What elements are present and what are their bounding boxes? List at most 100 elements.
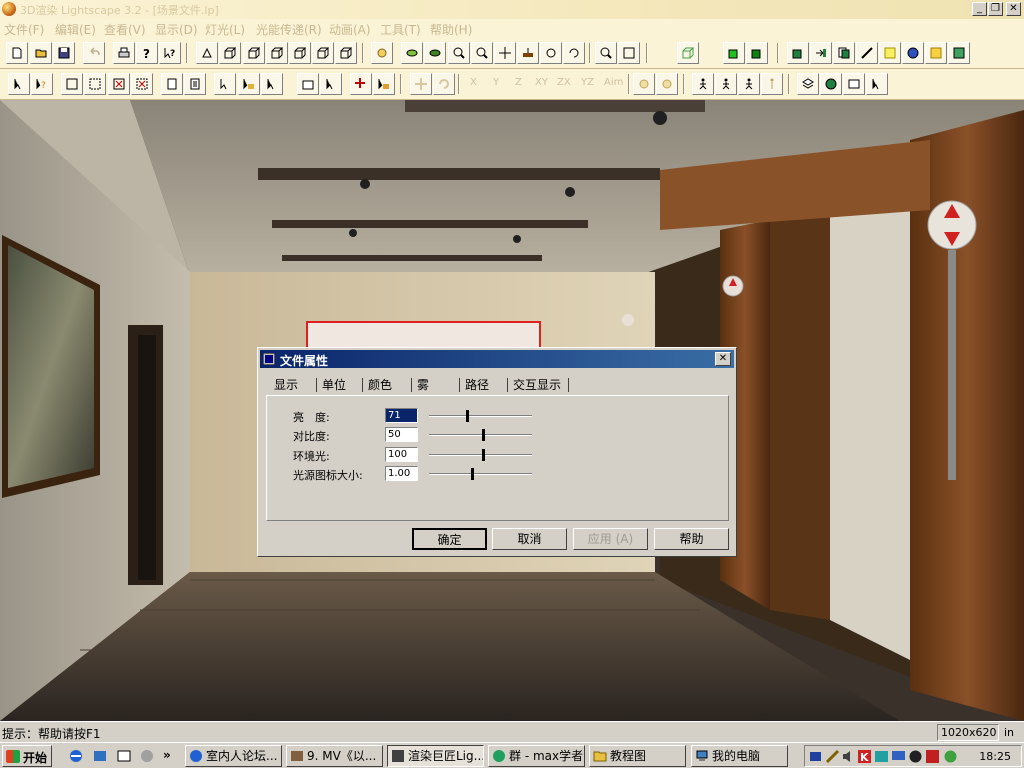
view-cube-back-icon[interactable] — [243, 42, 265, 64]
menu-help[interactable]: 帮助(H) — [430, 21, 472, 38]
contrast-slider[interactable] — [429, 429, 532, 441]
view-cube-front-icon[interactable] — [219, 42, 241, 64]
view-cube-left-icon[interactable] — [266, 42, 288, 64]
axis-aim-button[interactable]: Aim — [604, 77, 623, 88]
view-perspective-icon[interactable] — [196, 42, 218, 64]
task-button[interactable]: 渲染巨匠Lig... — [387, 745, 484, 767]
new-file-icon[interactable] — [6, 42, 28, 64]
zoom-plus-icon[interactable] — [448, 42, 470, 64]
task-button[interactable]: 室内人论坛... — [185, 745, 282, 767]
axis-yz-button[interactable]: YZ — [581, 77, 594, 88]
menu-tools[interactable]: 工具(T) — [380, 21, 421, 38]
view-cube-top-icon[interactable] — [312, 42, 334, 64]
contrast-input[interactable]: 50 — [385, 427, 418, 442]
ie-browser-icon[interactable] — [68, 748, 84, 764]
material-icon[interactable] — [879, 42, 901, 64]
print-icon[interactable] — [113, 42, 135, 64]
light-aim-icon[interactable] — [656, 73, 678, 95]
select-light-icon[interactable] — [238, 73, 260, 95]
axis-y-button[interactable]: Y — [493, 77, 499, 88]
dolly-icon[interactable] — [517, 42, 539, 64]
task-button[interactable]: 我的电脑 — [691, 745, 788, 767]
select-vertex-icon[interactable] — [320, 73, 342, 95]
menu-light[interactable]: 灯光(L) — [205, 21, 245, 38]
axis-z-button[interactable]: Z — [515, 77, 522, 88]
roll-camera-icon[interactable] — [540, 42, 562, 64]
shaded-cube-icon[interactable] — [746, 42, 768, 64]
measure-icon[interactable] — [856, 42, 878, 64]
pan-move-icon[interactable] — [494, 42, 516, 64]
camera-select-icon[interactable] — [371, 42, 393, 64]
dialog-title-bar[interactable]: 文件属性 ✕ — [260, 350, 734, 368]
network-icon[interactable] — [808, 749, 823, 764]
close-button[interactable]: ✕ — [1006, 2, 1021, 16]
outlook-icon[interactable] — [92, 748, 108, 764]
task-button[interactable]: 教程图 — [589, 745, 686, 767]
apply-button[interactable]: 应用 (A) — [573, 528, 648, 550]
move-light-icon[interactable] — [373, 73, 395, 95]
ambient-light-input[interactable]: 100 — [385, 447, 418, 462]
cancel-button[interactable]: 取消 — [492, 528, 567, 550]
solid-cube-icon[interactable] — [723, 42, 745, 64]
paste-page-icon[interactable] — [184, 73, 206, 95]
add-point-icon[interactable] — [350, 73, 372, 95]
wireframe-cube-icon[interactable] — [677, 42, 699, 64]
menu-edit[interactable]: 编辑(E) — [55, 21, 96, 38]
show-desktop-icon[interactable] — [116, 748, 132, 764]
axis-x-button[interactable]: X — [470, 77, 477, 88]
volume-icon[interactable] — [841, 749, 856, 764]
app-icon[interactable] — [2, 2, 16, 16]
download-icon[interactable] — [925, 749, 940, 764]
orbit-eye-icon[interactable] — [401, 42, 423, 64]
rotate-view-icon[interactable] — [563, 42, 585, 64]
stand-person-icon[interactable] — [761, 73, 783, 95]
select-surface-icon[interactable] — [214, 73, 236, 95]
menu-view[interactable]: 查看(V) — [104, 21, 146, 38]
quicklaunch-more[interactable]: » — [163, 748, 179, 764]
light-icon-size-input[interactable]: 1.00 — [385, 466, 418, 481]
menu-display[interactable]: 显示(D) — [155, 21, 198, 38]
zoom-window-icon[interactable] — [595, 42, 617, 64]
record-icon[interactable] — [820, 73, 842, 95]
pointer-settings-icon[interactable] — [866, 73, 888, 95]
context-help-icon[interactable]: ? — [159, 42, 181, 64]
edit-text-icon[interactable] — [297, 73, 319, 95]
layer-arrow-icon[interactable] — [810, 42, 832, 64]
help-button[interactable]: 帮助 — [654, 528, 729, 550]
deselect-crossing-icon[interactable] — [131, 73, 153, 95]
brightness-slider[interactable] — [429, 410, 532, 422]
view-cube-right-icon[interactable] — [289, 42, 311, 64]
axis-xy-button[interactable]: XY — [535, 77, 548, 88]
kingsoft-icon[interactable]: K — [857, 749, 872, 764]
pen-tablet-icon[interactable] — [825, 749, 840, 764]
block-library-icon[interactable] — [948, 42, 970, 64]
menu-radiosity[interactable]: 光能传递(R) — [256, 21, 322, 38]
layers-stack-icon[interactable] — [797, 73, 819, 95]
layer-objects-icon[interactable] — [787, 42, 809, 64]
media-player-icon[interactable] — [139, 748, 155, 764]
select-help-icon[interactable]: ? — [31, 73, 53, 95]
deselect-window-icon[interactable] — [108, 73, 130, 95]
undo-icon[interactable] — [83, 42, 105, 64]
zoom-icon[interactable] — [471, 42, 493, 64]
qq-chat-icon[interactable] — [908, 749, 923, 764]
tab-fog[interactable]: 雾 — [417, 376, 429, 394]
fly-person-icon[interactable] — [738, 73, 760, 95]
minimize-button[interactable]: _ — [972, 2, 987, 16]
render-frame-icon[interactable] — [843, 73, 865, 95]
light-object-icon[interactable] — [925, 42, 947, 64]
monitor-icon[interactable] — [891, 749, 906, 764]
texture-ball-icon[interactable] — [902, 42, 924, 64]
ambient-light-slider[interactable] — [429, 449, 532, 461]
tab-path[interactable]: 路径 — [465, 376, 489, 394]
task-button[interactable]: 群 - max学者 — [488, 745, 585, 767]
select-move-icon[interactable] — [261, 73, 283, 95]
copy-layer-icon[interactable] — [833, 42, 855, 64]
light-edit-icon[interactable] — [633, 73, 655, 95]
menu-file[interactable]: 文件(F) — [4, 21, 44, 38]
save-icon[interactable] — [53, 42, 75, 64]
copy-page-icon[interactable] — [161, 73, 183, 95]
select-crossing-icon[interactable] — [84, 73, 106, 95]
tab-units[interactable]: 单位 — [322, 376, 346, 394]
walk-person-icon[interactable] — [692, 73, 714, 95]
